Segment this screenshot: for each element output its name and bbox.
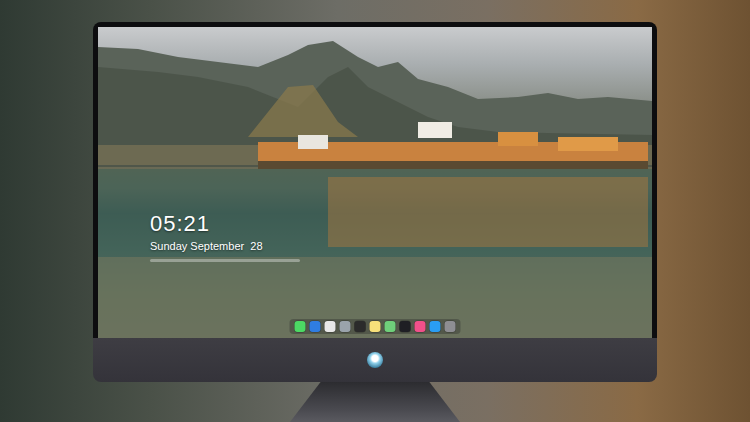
app-icon[interactable] [340, 321, 351, 332]
app-icon[interactable] [415, 321, 426, 332]
app-icon[interactable] [385, 321, 396, 332]
app-icon[interactable] [445, 321, 456, 332]
app-icon[interactable] [370, 321, 381, 332]
monitor: 05:21 Sunday September 28 [93, 22, 657, 422]
app-icon[interactable] [430, 321, 441, 332]
monitor-stand [290, 382, 460, 422]
clock-time: 05:21 [150, 211, 300, 236]
app-icon[interactable] [325, 321, 336, 332]
alien-logo-icon [367, 352, 383, 368]
app-icon[interactable] [400, 321, 411, 332]
dock [290, 319, 461, 334]
app-icon[interactable] [295, 321, 306, 332]
monitor-chin [93, 338, 657, 382]
screen-bezel: 05:21 Sunday September 28 [93, 22, 657, 338]
wallpaper: 05:21 Sunday September 28 [98, 27, 652, 338]
app-icon[interactable] [355, 321, 366, 332]
landscape-photo-icon [98, 27, 652, 338]
caption-line [150, 259, 300, 262]
app-icon[interactable] [310, 321, 321, 332]
lock-clock: 05:21 Sunday September 28 [150, 211, 300, 262]
clock-date: Sunday September 28 [150, 239, 300, 253]
